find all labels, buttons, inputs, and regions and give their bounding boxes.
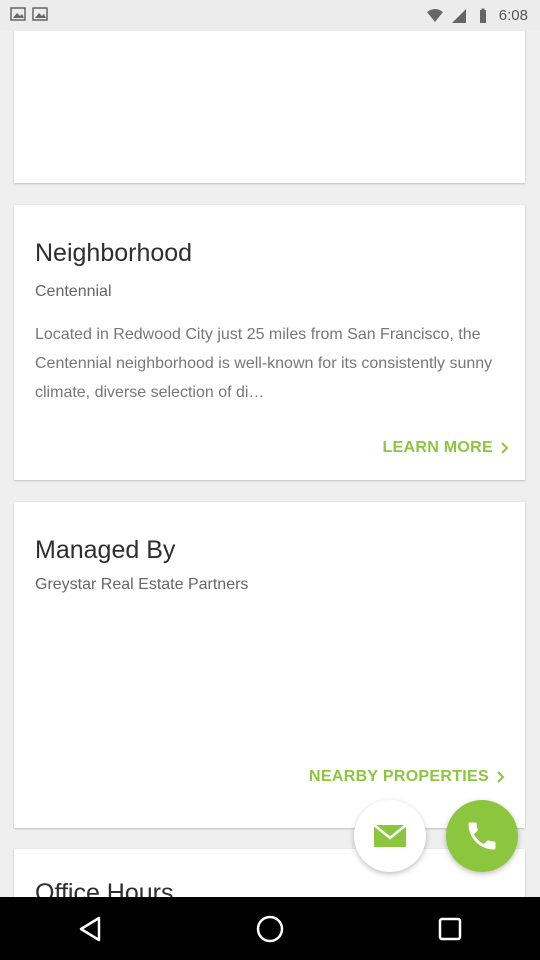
nav-recents-button[interactable] [420,904,480,954]
notification-icons [10,6,48,22]
neighborhood-name: Centennial [35,283,112,300]
chevron-right-icon [501,442,509,454]
neighborhood-card: Neighborhood Centennial Located in Redwo… [14,205,525,480]
office-hours-card: Office Hours [14,849,525,897]
system-nav-bar [0,897,540,960]
learn-more-link[interactable]: LEARN MORE [382,439,509,457]
status-bar: 6:08 [0,0,540,31]
envelope-icon [373,824,407,847]
image-notification-icon [32,7,48,21]
nav-back-button[interactable] [60,904,120,954]
back-triangle-icon [79,916,101,941]
neighborhood-title: Neighborhood [35,239,193,267]
recents-square-icon [438,917,462,940]
battery-icon [479,8,486,23]
call-button[interactable] [446,800,518,872]
neighborhood-description: Located in Redwood City just 25 miles fr… [35,326,493,401]
email-button[interactable] [354,800,426,872]
learn-more-label: LEARN MORE [382,439,493,456]
top-card [14,31,525,183]
nav-home-button[interactable] [240,904,300,954]
content-scroll[interactable]: Neighborhood Centennial Located in Redwo… [0,31,540,897]
office-hours-title: Office Hours [35,879,174,897]
managed-by-company: Greystar Real Estate Partners [35,576,249,593]
signal-icon [451,8,466,23]
chevron-right-icon [497,771,505,783]
home-circle-icon [256,915,284,942]
phone-icon [468,822,496,850]
image-notification-icon [10,7,26,21]
wifi-icon [426,8,443,22]
managed-by-card: Managed By Greystar Real Estate Partners… [14,502,525,828]
nearby-properties-label: NEARBY PROPERTIES [309,768,489,785]
nearby-properties-link[interactable]: NEARBY PROPERTIES [309,768,505,786]
managed-by-title: Managed By [35,536,176,564]
status-time: 6:08 [498,7,528,24]
